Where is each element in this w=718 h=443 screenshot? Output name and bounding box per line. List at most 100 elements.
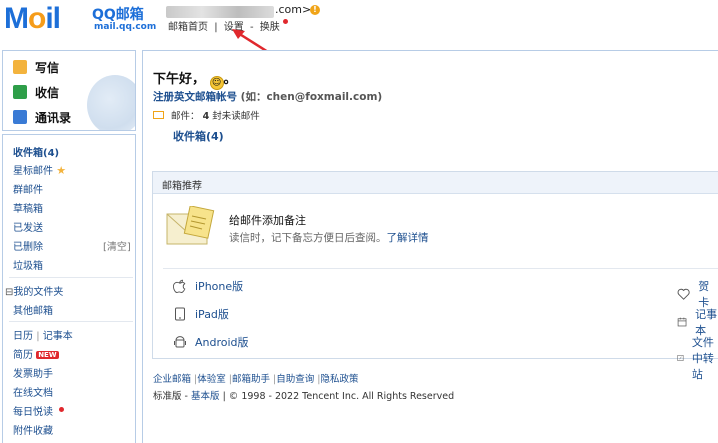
unread-count: 4 — [202, 111, 210, 122]
learn-more-link[interactable]: 了解详情 — [387, 232, 429, 244]
logo-letter-m: M — [4, 2, 29, 35]
footer-link-assistant[interactable]: 邮箱助手 — [232, 374, 270, 385]
apple-icon — [173, 279, 186, 293]
version-standard: 标准版 — [153, 391, 182, 402]
qq-mail-logo[interactable]: Moil — [4, 2, 61, 35]
daily-reads-label: 每日悦读 — [13, 407, 53, 418]
unread-suffix: 封未读邮件 — [212, 111, 260, 122]
app-file-transfer[interactable]: 文件中转站 — [677, 334, 718, 382]
receive-label: 收信 — [35, 85, 60, 100]
note-envelope-icon — [166, 206, 215, 245]
receive-mail-button[interactable]: 收信 — [13, 82, 59, 102]
register-alias-hint: (如：chen@foxmail.com) — [240, 91, 383, 103]
contacts-label: 通讯录 — [35, 110, 72, 125]
sidebar-item-starred[interactable]: 星标邮件 ★ — [13, 162, 66, 177]
new-dot-icon — [282, 19, 288, 24]
exclamation-icon[interactable]: ! — [310, 5, 320, 15]
mailbox-recommend-panel: 邮箱推荐 给邮件添加备注 读信时，记下备忘方便日后查阅。了解详情 iPhone版… — [152, 171, 718, 381]
footer-link-enterprise[interactable]: 企业邮箱 — [153, 374, 191, 385]
feature-title: 给邮件添加备注 — [229, 214, 306, 227]
recommend-divider — [163, 268, 718, 269]
account-address-redacted — [166, 6, 274, 18]
sidebar-item-other-mail[interactable]: 其他邮箱 — [13, 302, 53, 317]
mail-label: 邮件： — [171, 111, 200, 122]
copyright-separator: | — [222, 391, 226, 402]
mailbox-home-link[interactable]: 邮箱首页 — [168, 22, 208, 33]
android-icon — [174, 336, 186, 348]
sidebar-item-resume[interactable]: 简历 NEW — [13, 346, 59, 361]
sidebar-divider — [9, 277, 133, 278]
envelope-icon — [153, 111, 164, 119]
unread-summary: 邮件： 4 封未读邮件 — [153, 108, 260, 122]
resume-label: 简历 — [13, 350, 33, 361]
sidebar-item-invoice-helper[interactable]: 发票助手 — [13, 365, 53, 380]
recommend-header: 邮箱推荐 — [153, 172, 718, 194]
sidebar-item-drafts[interactable]: 草稿箱 — [13, 200, 43, 215]
footer-link-privacy[interactable]: 隐私政策 — [321, 374, 359, 385]
heart-icon — [677, 288, 690, 300]
app-iphone[interactable]: iPhone版 — [173, 278, 243, 294]
sidebar-item-groups[interactable]: 群邮件 — [13, 181, 43, 196]
register-alias[interactable]: 注册英文邮箱帐号 (如：chen@foxmail.com) — [153, 89, 382, 104]
sidebar-item-online-docs[interactable]: 在线文档 — [13, 384, 53, 399]
star-icon: ★ — [56, 164, 67, 177]
contacts-icon — [13, 110, 27, 124]
main-content: 下午好， ☺。 注册英文邮箱帐号 (如：chen@foxmail.com) 邮件… — [142, 50, 718, 443]
file-icon — [677, 355, 684, 361]
sidebar-item-deleted[interactable]: 已删除 — [13, 238, 43, 253]
app-android[interactable]: Android版 — [173, 334, 249, 350]
inbox-link[interactable]: 收件箱(4) — [173, 128, 224, 144]
iphone-label: iPhone版 — [195, 280, 244, 293]
calendar-icon — [677, 317, 687, 327]
footer-copyright: 标准版 - 基本版 | © 1998 - 2022 Tencent Inc. A… — [153, 388, 454, 402]
quick-actions-panel: 写信 收信 通讯录 — [2, 50, 136, 131]
feature-desc-text: 读信时，记下备忘方便日后查阅。 — [229, 232, 387, 244]
starred-label: 星标邮件 — [13, 166, 53, 177]
sidebar-item-attachments[interactable]: 附件收藏 — [13, 422, 53, 437]
receive-icon — [13, 85, 27, 99]
new-badge: NEW — [36, 351, 59, 359]
copyright-text: © 1998 - 2022 Tencent Inc. All Rights Re… — [228, 391, 455, 402]
smile-emoji-icon: ☺ — [209, 76, 224, 90]
logo-letters-il: il — [45, 2, 61, 35]
contacts-button[interactable]: 通讯录 — [13, 107, 71, 127]
sidebar-item-my-folders[interactable]: ⊟我的文件夹 — [5, 283, 63, 298]
android-label: Android版 — [195, 336, 249, 349]
recommend-title: 邮箱推荐 — [162, 181, 202, 192]
version-basic-link[interactable]: 基本版 — [191, 391, 220, 402]
my-folders-label: 我的文件夹 — [13, 287, 64, 298]
ipad-label: iPad版 — [195, 308, 229, 321]
sidebar-item-calendar-notes: 日历 | 记事本 — [13, 327, 73, 342]
notes-link[interactable]: 记事本 — [43, 331, 73, 342]
sidebar-divider — [9, 321, 133, 322]
account-address-suffix: .com> — [275, 3, 312, 16]
app-ipad[interactable]: iPad版 — [173, 306, 229, 322]
header: Moil QQ邮箱 mail.qq.com .com> ! 邮箱首页 | 设置 … — [0, 0, 718, 59]
logo-url-text: mail.qq.com — [94, 22, 157, 32]
calendar-link[interactable]: 日历 — [13, 331, 33, 342]
register-alias-link: 注册英文邮箱帐号 — [153, 91, 237, 103]
folder-sidebar: 收件箱(4) 星标邮件 ★ 群邮件 草稿箱 已发送 已删除 [清空] 垃圾箱 ⊟… — [2, 134, 136, 443]
new-dot-icon — [59, 407, 65, 412]
sidebar-item-inbox[interactable]: 收件箱(4) — [13, 144, 59, 159]
footer-links: 企业邮箱 |体验室 |邮箱助手 |自助查询 |隐私政策 — [153, 371, 359, 385]
feature-description: 读信时，记下备忘方便日后查阅。了解详情 — [229, 230, 429, 245]
sidebar-item-spam[interactable]: 垃圾箱 — [13, 257, 43, 272]
greeting-end: 。 — [223, 72, 237, 87]
logo-letter-o: o — [28, 2, 46, 35]
footer-link-self-service[interactable]: 自助查询 — [276, 374, 314, 385]
qq-penguin-watermark-icon — [87, 75, 135, 130]
nav-separator: | — [36, 331, 40, 342]
greeting-text: 下午好， — [153, 72, 206, 87]
sidebar-item-sent[interactable]: 已发送 — [13, 219, 43, 234]
logo-brand-text: QQ邮箱 — [92, 7, 144, 23]
tablet-icon — [175, 307, 185, 321]
write-label: 写信 — [35, 60, 60, 75]
file-transfer-label: 文件中转站 — [691, 336, 714, 381]
nav-separator: | — [214, 22, 218, 33]
footer-link-lab[interactable]: 体验室 — [197, 374, 226, 385]
write-mail-button[interactable]: 写信 — [13, 57, 59, 77]
clear-trash-link[interactable]: [清空] — [103, 238, 131, 253]
greeting: 下午好， ☺。 — [153, 68, 237, 90]
sidebar-item-daily-reads[interactable]: 每日悦读 — [13, 403, 65, 418]
